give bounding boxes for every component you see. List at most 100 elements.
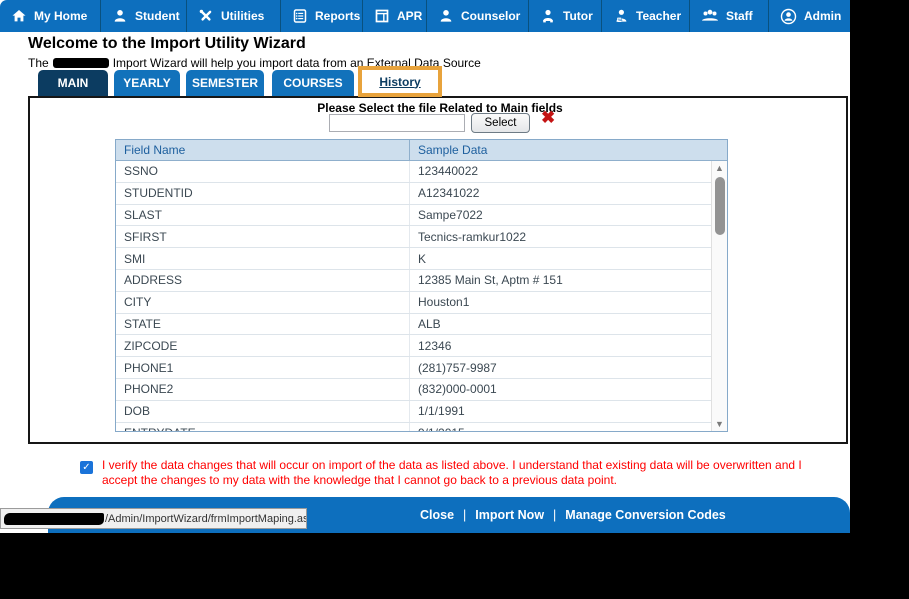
sample-data-cell: Sampe7022 xyxy=(409,204,727,226)
tab-history[interactable]: History xyxy=(379,75,420,89)
scroll-up-icon[interactable]: ▲ xyxy=(712,163,727,173)
tab-yearly[interactable]: YEARLY xyxy=(114,70,180,96)
close-button[interactable]: Close xyxy=(420,508,454,522)
field-name-cell: ZIPCODE xyxy=(124,338,178,353)
admin-icon xyxy=(780,8,797,24)
sample-data-cell: ALB xyxy=(409,313,727,335)
field-name-cell: SFIRST xyxy=(124,229,167,244)
verification-row: ✓ I verify the data changes that will oc… xyxy=(80,458,828,488)
nav-item-admin[interactable]: Admin xyxy=(768,0,850,32)
table-body: SSNO 123440022 STUDENTID A12341022 SLAST Sa… xyxy=(116,161,727,431)
footer-separator: | xyxy=(463,508,467,522)
status-url-path: /Admin/ImportWizard/frmImportMaping.aspx… xyxy=(105,512,307,525)
nav-item-apr[interactable]: APR xyxy=(362,0,426,32)
table-row: SLAST Sampe7022 xyxy=(116,204,727,227)
table-row: STATE ALB xyxy=(116,313,727,336)
field-mapping-table: Field Name Sample Data SSNO 123440022 STU… xyxy=(115,139,728,432)
field-name-cell: CITY xyxy=(124,295,152,310)
footer-links: Close | Import Now | Manage Conversion C… xyxy=(420,497,726,533)
nav-item-label: Admin xyxy=(804,9,842,23)
nav-item-tutor[interactable]: Tutor xyxy=(528,0,601,32)
reports-icon xyxy=(293,9,307,23)
table-header-row: Field Name Sample Data xyxy=(116,140,727,161)
table-row: DOB 1/1/1991 xyxy=(116,400,727,423)
apr-icon xyxy=(375,9,389,23)
footer-separator: | xyxy=(553,508,557,522)
home-icon xyxy=(12,10,26,22)
field-name-cell: SSNO xyxy=(124,164,159,179)
annotation-highlight-box: History xyxy=(358,66,442,97)
nav-item-label: Tutor xyxy=(563,9,593,23)
table-row: ZIPCODE 12346 xyxy=(116,335,727,358)
sample-data-cell: 9/1/2015 xyxy=(409,422,727,431)
top-navbar: My Home Student Utilities Reports APR Co… xyxy=(0,0,850,32)
manage-conversion-codes-button[interactable]: Manage Conversion Codes xyxy=(565,508,725,522)
table-row: SFIRST Tecnics-ramkur1022 xyxy=(116,226,727,249)
sample-data-cell: 12346 xyxy=(409,335,727,357)
sample-data-cell: (832)000-0001 xyxy=(409,378,727,400)
clear-file-icon[interactable]: ✖ xyxy=(541,108,555,128)
table-row: SSNO 123440022 xyxy=(116,161,727,183)
scrollbar-thumb[interactable] xyxy=(715,177,725,235)
nav-item-teacher[interactable]: VA Teacher xyxy=(601,0,689,32)
sample-data-cell: Tecnics-ramkur1022 xyxy=(409,226,727,248)
field-name-cell: PHONE2 xyxy=(124,382,174,397)
file-select-input[interactable] xyxy=(329,114,465,132)
app-window: My Home Student Utilities Reports APR Co… xyxy=(0,0,850,533)
field-name-cell: STATE xyxy=(124,316,161,331)
sample-data-cell: Houston1 xyxy=(409,291,727,313)
select-file-button[interactable]: Select xyxy=(471,113,530,133)
nav-item-label: Teacher xyxy=(636,9,682,23)
verify-checkbox[interactable]: ✓ xyxy=(80,461,93,474)
field-name-cell: PHONE1 xyxy=(124,360,174,375)
nav-item-label: Student xyxy=(135,9,180,23)
scroll-down-icon[interactable]: ▼ xyxy=(712,419,727,429)
table-row: SMI K xyxy=(116,248,727,270)
sample-data-cell: (281)757-9987 xyxy=(409,357,727,378)
table-row: STUDENTID A12341022 xyxy=(116,182,727,205)
verify-warning-text: I verify the data changes that will occu… xyxy=(102,458,802,487)
field-name-cell: STUDENTID xyxy=(124,186,193,201)
nav-item-label: Utilities xyxy=(221,9,265,23)
nav-item-staff[interactable]: Staff xyxy=(689,0,768,32)
nav-item-student[interactable]: Student xyxy=(100,0,186,32)
field-name-cell: DOB xyxy=(124,404,151,419)
nav-item-label: APR xyxy=(397,9,423,23)
tutor-icon xyxy=(543,9,553,23)
nav-item-label: Staff xyxy=(726,9,753,23)
table-row: PHONE1 (281)757-9987 xyxy=(116,357,727,379)
nav-item-utilities[interactable]: Utilities xyxy=(186,0,280,32)
sample-data-cell: 123440022 xyxy=(409,161,727,182)
nav-item-reports[interactable]: Reports xyxy=(280,0,362,32)
wizard-content-panel: Please Select the file Related to Main f… xyxy=(28,96,848,444)
sample-data-cell: 1/1/1991 xyxy=(409,400,727,422)
student-icon xyxy=(114,10,126,22)
redaction-mark xyxy=(52,58,109,68)
counselor-icon xyxy=(440,10,452,22)
nav-item-counselor[interactable]: Counselor xyxy=(426,0,528,32)
nav-item-my-home[interactable]: My Home xyxy=(0,0,100,32)
file-select-prompt: Please Select the file Related to Main f… xyxy=(317,101,563,115)
column-header-field-name: Field Name xyxy=(124,143,186,157)
sample-data-cell: K xyxy=(409,248,727,269)
nav-item-label: Reports xyxy=(315,9,361,23)
import-now-button[interactable]: Import Now xyxy=(475,508,544,522)
utilities-icon xyxy=(199,9,212,21)
field-name-cell: SMI xyxy=(124,251,146,266)
field-name-cell: ADDRESS xyxy=(124,273,183,288)
field-name-cell: ENTRYDATE xyxy=(116,423,409,431)
table-row: ENTRYDATE9/1/2015 xyxy=(116,422,727,431)
status-bar-url: /Admin/ImportWizard/frmImportMaping.aspx… xyxy=(0,508,307,529)
teacher-icon: VA xyxy=(616,9,627,22)
tab-courses[interactable]: COURSES xyxy=(272,70,354,96)
staff-icon xyxy=(702,9,718,21)
nav-item-label: My Home xyxy=(34,9,88,23)
column-header-sample-data: Sample Data xyxy=(409,140,727,160)
sample-data-cell: A12341022 xyxy=(409,182,727,204)
field-name-cell: SLAST xyxy=(124,207,163,222)
tab-semester[interactable]: SEMESTER xyxy=(186,70,264,96)
table-scrollbar[interactable]: ▲ ▼ xyxy=(711,161,727,431)
tab-main[interactable]: MAIN xyxy=(38,70,108,96)
table-row: PHONE2 (832)000-0001 xyxy=(116,378,727,401)
redaction-mark xyxy=(4,512,104,525)
